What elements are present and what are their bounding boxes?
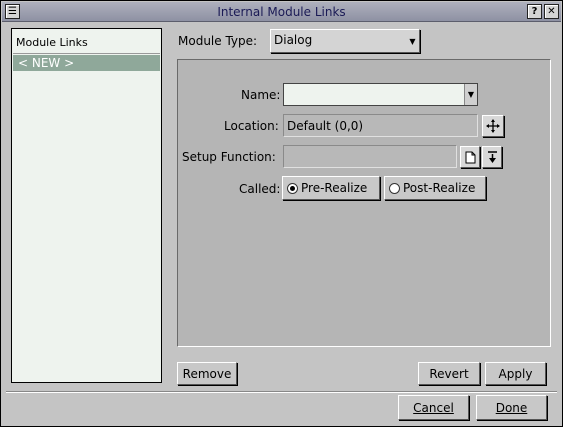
- dropdown-arrow-icon[interactable]: ▼: [464, 84, 477, 105]
- radio-post-realize[interactable]: Post-Realize: [384, 176, 486, 200]
- move-icon: [486, 119, 500, 133]
- called-label: Called:: [239, 182, 281, 196]
- module-type-select[interactable]: Dialog ▼: [270, 29, 420, 53]
- help-icon[interactable]: ?: [527, 4, 542, 19]
- setup-function-label: Setup Function:: [182, 150, 276, 164]
- dialog-button-bar: [6, 391, 557, 423]
- module-type-label: Module Type:: [178, 34, 258, 48]
- name-combo[interactable]: ▼: [283, 83, 478, 106]
- radio-pre-realize[interactable]: Pre-Realize: [282, 176, 380, 200]
- module-links-list[interactable]: Module Links < NEW >: [11, 28, 162, 383]
- list-item-new[interactable]: < NEW >: [13, 55, 160, 71]
- window-title: Internal Module Links: [217, 5, 346, 19]
- radio-unchecked-icon: [389, 182, 400, 194]
- titlebar[interactable]: ☰ Internal Module Links ? ✕: [2, 2, 561, 22]
- list-header: Module Links: [13, 30, 160, 54]
- document-icon: [465, 151, 475, 163]
- move-location-button[interactable]: [482, 115, 504, 137]
- location-field: Default (0,0): [283, 114, 478, 137]
- cancel-button[interactable]: Cancel: [398, 395, 469, 420]
- post-realize-label: Post-Realize: [403, 181, 476, 195]
- module-type-value: Dialog: [274, 33, 313, 47]
- revert-button[interactable]: Revert: [418, 362, 480, 385]
- done-button[interactable]: Done: [476, 395, 547, 420]
- apply-button[interactable]: Apply: [485, 362, 546, 385]
- dropdown-arrow-icon: ▼: [409, 36, 416, 46]
- setup-function-field[interactable]: [283, 145, 457, 168]
- done-label: Done: [495, 400, 528, 415]
- internal-module-links-window: ☰ Internal Module Links ? ✕ Module Links…: [0, 0, 563, 427]
- radio-checked-icon: [287, 182, 298, 194]
- new-function-button[interactable]: [460, 146, 480, 168]
- name-label: Name:: [241, 88, 281, 102]
- location-label: Location:: [224, 119, 279, 133]
- pre-realize-label: Pre-Realize: [301, 181, 368, 195]
- remove-button[interactable]: Remove: [177, 362, 237, 385]
- cancel-label: Cancel: [413, 400, 454, 415]
- location-value: Default (0,0): [287, 119, 364, 133]
- arrow-down-to-line-icon: [487, 150, 497, 163]
- select-function-button[interactable]: [482, 146, 502, 168]
- close-icon[interactable]: ✕: [544, 4, 559, 19]
